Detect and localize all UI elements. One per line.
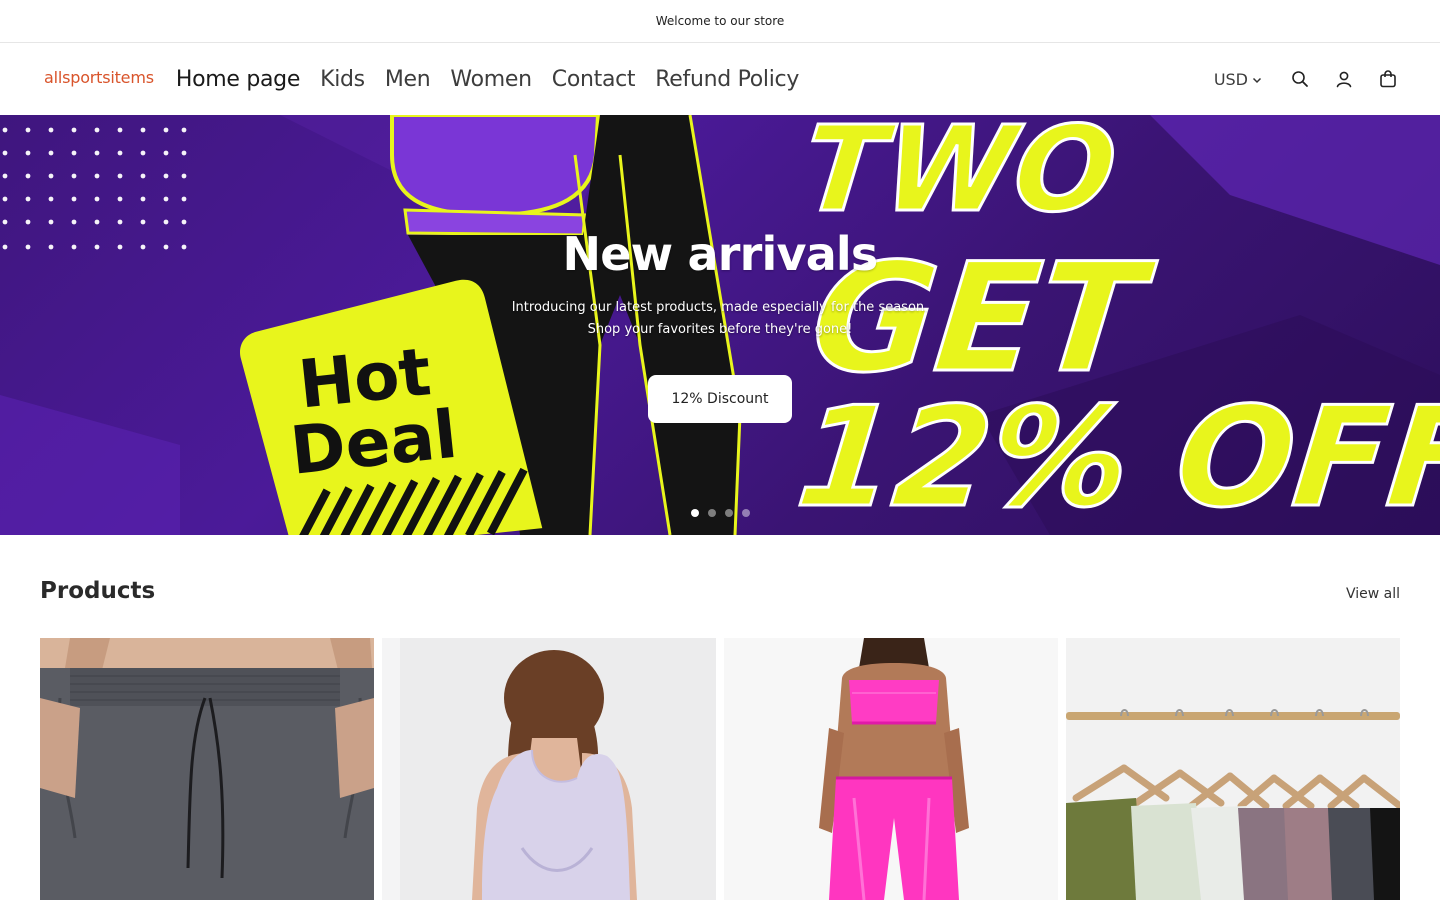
product-image-tank-top	[382, 638, 716, 900]
product-grid	[40, 638, 1400, 900]
account-icon[interactable]	[1332, 67, 1356, 91]
announcement-bar: Welcome to our store	[0, 0, 1440, 43]
currency-label: USD	[1213, 69, 1248, 89]
slide-dot-1[interactable]	[690, 509, 699, 517]
nav-men[interactable]: Men	[385, 67, 431, 92]
hero-subtitle-line1: Introducing our latest products, made es…	[511, 300, 929, 315]
hero-content: New arrivals Introducing our latest prod…	[0, 227, 1440, 423]
slide-dots	[0, 509, 1440, 517]
product-image-pink-set	[724, 638, 1058, 900]
hero-subtitle-line2: Shop your favorites before they're gone!	[587, 322, 853, 337]
main-nav: Home page Kids Men Women Contact Refund …	[176, 67, 800, 92]
slide-dot-2[interactable]	[707, 509, 716, 517]
hero-banner: Hot Deal TWO GET 12% OFF New arrivals In…	[0, 115, 1440, 535]
search-icon[interactable]	[1288, 67, 1312, 91]
product-card[interactable]	[1066, 638, 1400, 900]
discount-button[interactable]: 12% Discount	[648, 375, 792, 423]
header-actions: USD	[1214, 67, 1400, 91]
view-all-link[interactable]: View all	[1346, 586, 1400, 602]
promo-line1: TWO	[797, 115, 1122, 238]
products-title: Products	[40, 578, 156, 604]
product-card[interactable]	[40, 638, 374, 900]
nav-home[interactable]: Home page	[176, 67, 301, 92]
product-image-hanging-bras	[1066, 638, 1400, 900]
slide-dot-3[interactable]	[724, 509, 733, 517]
cart-icon[interactable]	[1376, 67, 1400, 91]
site-header: allsportsitems Home page Kids Men Women …	[0, 43, 1440, 115]
product-card[interactable]	[724, 638, 1058, 900]
nav-contact[interactable]: Contact	[552, 67, 636, 92]
products-header: Products View all	[40, 578, 1400, 604]
currency-selector[interactable]: USD	[1214, 70, 1262, 89]
nav-women[interactable]: Women	[450, 67, 532, 92]
product-image-shorts	[40, 638, 374, 900]
hero-subtitle: Introducing our latest products, made es…	[0, 297, 1440, 341]
store-logo[interactable]: allsportsitems	[44, 68, 154, 87]
nav-refund-policy[interactable]: Refund Policy	[655, 67, 799, 92]
nav-kids[interactable]: Kids	[320, 67, 365, 92]
chevron-down-icon	[1252, 70, 1262, 89]
hero-title: New arrivals	[562, 227, 879, 281]
slide-dot-4[interactable]	[741, 509, 750, 517]
announcement-text: Welcome to our store	[655, 14, 785, 28]
product-card[interactable]	[382, 638, 716, 900]
